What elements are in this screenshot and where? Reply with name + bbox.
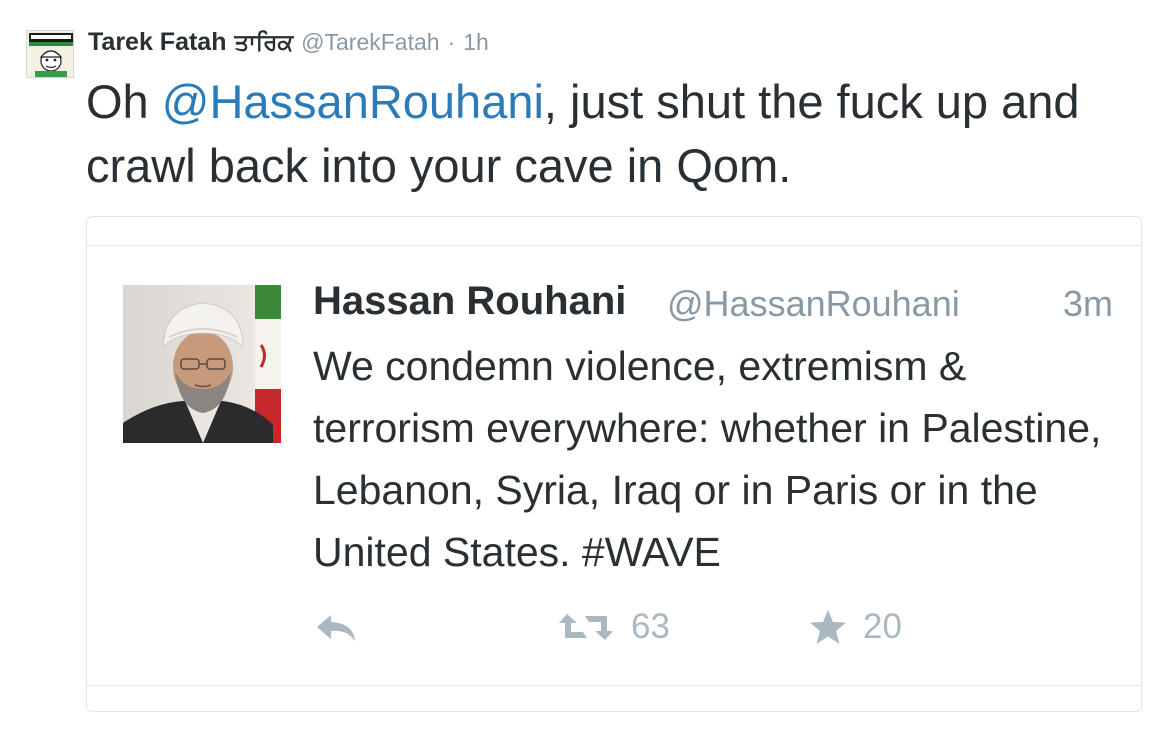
star-icon	[810, 610, 846, 644]
retweet-icon	[559, 614, 613, 640]
quoted-tweet-card[interactable]: Hassan Rouhani @HassanRouhani 3m We cond…	[86, 216, 1142, 712]
quoted-tweet-text: We condemn violence, extremism & terrori…	[313, 343, 1102, 575]
tweet-header: Tarek Fatah ਤਾਰਿਕ @TarekFatah · 1h	[88, 28, 489, 64]
card-divider	[87, 245, 1141, 246]
tweet-timestamp[interactable]: 1h	[463, 29, 489, 56]
quoted-author-handle[interactable]: @HassanRouhani	[667, 283, 960, 325]
author-handle[interactable]: @TarekFatah	[301, 29, 439, 56]
author-name[interactable]: Tarek Fatah	[88, 28, 226, 57]
quoted-author-photo[interactable]	[123, 285, 281, 443]
reply-icon	[317, 615, 355, 641]
author-name-punjabi[interactable]: ਤਾਰਿਕ	[234, 29, 293, 56]
retweet-button[interactable]: 63	[557, 607, 670, 647]
retweet-count: 63	[631, 607, 670, 646]
quoted-tweet-timestamp[interactable]: 3m	[1063, 283, 1113, 325]
quoted-tweet-actions: 63 20	[313, 607, 1013, 657]
card-divider	[87, 685, 1141, 686]
quoted-tweet-header: Hassan Rouhani @HassanRouhani 3m	[313, 279, 1113, 329]
author-avatar[interactable]	[26, 30, 74, 78]
quoted-author-name[interactable]: Hassan Rouhani	[313, 279, 626, 324]
reply-button[interactable]	[313, 611, 359, 645]
mention-link[interactable]: @HassanRouhani	[162, 75, 544, 128]
tweet-text-part: Oh	[86, 75, 162, 128]
favorite-count: 20	[863, 607, 902, 646]
charlie-hebdo-avatar-icon	[27, 31, 73, 77]
header-separator: ·	[447, 29, 456, 55]
hassan-rouhani-avatar	[123, 285, 281, 443]
tweet-text: Oh @HassanRouhani, just shut the fuck up…	[86, 70, 1146, 198]
favorite-button[interactable]: 20	[809, 607, 902, 647]
